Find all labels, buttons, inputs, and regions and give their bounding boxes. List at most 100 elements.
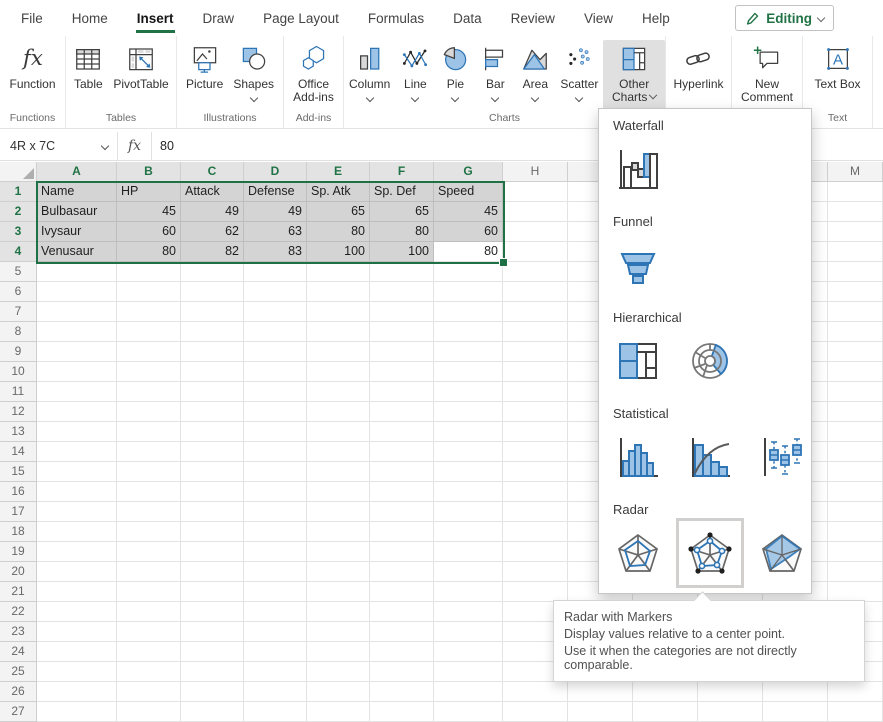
cell-E22[interactable] <box>307 602 370 622</box>
column-header-B[interactable]: B <box>117 162 181 182</box>
cell-B15[interactable] <box>117 462 181 482</box>
row-header-4[interactable]: 4 <box>0 242 37 262</box>
cell-J27[interactable] <box>633 702 698 722</box>
cell-M27[interactable] <box>828 702 883 722</box>
cell-F20[interactable] <box>370 562 434 582</box>
cell-C11[interactable] <box>181 382 244 402</box>
cell-A7[interactable] <box>37 302 117 322</box>
tab-help[interactable]: Help <box>641 0 671 36</box>
ribbon-button-shapes[interactable]: Shapes <box>228 40 279 110</box>
cell-D24[interactable] <box>244 642 307 662</box>
cell-F14[interactable] <box>370 442 434 462</box>
cell-E4[interactable]: 100 <box>307 242 370 262</box>
cell-C21[interactable] <box>181 582 244 602</box>
cell-C9[interactable] <box>181 342 244 362</box>
column-header-F[interactable]: F <box>370 162 434 182</box>
chart-type-box-and-whisker[interactable] <box>757 431 807 483</box>
cell-G3[interactable]: 60 <box>434 222 503 242</box>
cell-F23[interactable] <box>370 622 434 642</box>
cell-G10[interactable] <box>434 362 503 382</box>
cell-B11[interactable] <box>117 382 181 402</box>
cell-A3[interactable]: Ivysaur <box>37 222 117 242</box>
cell-C10[interactable] <box>181 362 244 382</box>
row-header-8[interactable]: 8 <box>0 322 37 342</box>
cell-M15[interactable] <box>828 462 883 482</box>
cell-A20[interactable] <box>37 562 117 582</box>
cell-B12[interactable] <box>117 402 181 422</box>
cell-E6[interactable] <box>307 282 370 302</box>
cell-A18[interactable] <box>37 522 117 542</box>
row-header-6[interactable]: 6 <box>0 282 37 302</box>
cell-H10[interactable] <box>503 362 568 382</box>
cell-C13[interactable] <box>181 422 244 442</box>
ribbon-button-pie[interactable]: Pie <box>435 40 475 110</box>
cell-H7[interactable] <box>503 302 568 322</box>
cell-H8[interactable] <box>503 322 568 342</box>
cell-F22[interactable] <box>370 602 434 622</box>
row-header-13[interactable]: 13 <box>0 422 37 442</box>
cell-F24[interactable] <box>370 642 434 662</box>
row-header-1[interactable]: 1 <box>0 182 37 202</box>
name-box[interactable]: 4R x 7C <box>0 132 118 160</box>
cell-E20[interactable] <box>307 562 370 582</box>
cell-A12[interactable] <box>37 402 117 422</box>
cell-D3[interactable]: 63 <box>244 222 307 242</box>
cell-E5[interactable] <box>307 262 370 282</box>
ribbon-button-new-comment[interactable]: New Comment <box>732 40 802 110</box>
cell-A15[interactable] <box>37 462 117 482</box>
cell-F26[interactable] <box>370 682 434 702</box>
cell-H20[interactable] <box>503 562 568 582</box>
cell-G1[interactable]: Speed <box>434 182 503 202</box>
chart-type-histogram[interactable] <box>613 431 663 483</box>
column-header-G[interactable]: G <box>434 162 503 182</box>
ribbon-button-scatter[interactable]: Scatter <box>555 40 603 110</box>
cell-D9[interactable] <box>244 342 307 362</box>
select-all-corner[interactable] <box>0 162 37 182</box>
cell-G16[interactable] <box>434 482 503 502</box>
cell-H13[interactable] <box>503 422 568 442</box>
cell-F18[interactable] <box>370 522 434 542</box>
cell-A13[interactable] <box>37 422 117 442</box>
cell-A5[interactable] <box>37 262 117 282</box>
row-header-18[interactable]: 18 <box>0 522 37 542</box>
row-header-2[interactable]: 2 <box>0 202 37 222</box>
chart-type-sunburst[interactable] <box>685 335 735 387</box>
cell-D12[interactable] <box>244 402 307 422</box>
cell-H5[interactable] <box>503 262 568 282</box>
cell-F1[interactable]: Sp. Def <box>370 182 434 202</box>
cell-F21[interactable] <box>370 582 434 602</box>
cell-B16[interactable] <box>117 482 181 502</box>
cell-B3[interactable]: 60 <box>117 222 181 242</box>
cell-C17[interactable] <box>181 502 244 522</box>
row-header-14[interactable]: 14 <box>0 442 37 462</box>
cell-E12[interactable] <box>307 402 370 422</box>
cell-G27[interactable] <box>434 702 503 722</box>
chart-type-treemap[interactable] <box>613 335 663 387</box>
cell-E25[interactable] <box>307 662 370 682</box>
cell-M17[interactable] <box>828 502 883 522</box>
column-header-D[interactable]: D <box>244 162 307 182</box>
cell-M3[interactable] <box>828 222 883 242</box>
chart-type-radar-with-markers[interactable] <box>676 518 744 588</box>
chart-type-pareto[interactable] <box>685 431 735 483</box>
column-header-M[interactable]: M <box>828 162 883 182</box>
cell-D26[interactable] <box>244 682 307 702</box>
cell-B1[interactable]: HP <box>117 182 181 202</box>
cell-E21[interactable] <box>307 582 370 602</box>
cell-G18[interactable] <box>434 522 503 542</box>
row-header-9[interactable]: 9 <box>0 342 37 362</box>
tab-home[interactable]: Home <box>71 0 109 36</box>
cell-G9[interactable] <box>434 342 503 362</box>
cell-F12[interactable] <box>370 402 434 422</box>
cell-B27[interactable] <box>117 702 181 722</box>
cell-B19[interactable] <box>117 542 181 562</box>
cell-A1[interactable]: Name <box>37 182 117 202</box>
cell-C23[interactable] <box>181 622 244 642</box>
cell-M26[interactable] <box>828 682 883 702</box>
cell-B18[interactable] <box>117 522 181 542</box>
cell-E9[interactable] <box>307 342 370 362</box>
tab-page-layout[interactable]: Page Layout <box>262 0 340 36</box>
cell-B4[interactable]: 80 <box>117 242 181 262</box>
cell-D20[interactable] <box>244 562 307 582</box>
cell-E13[interactable] <box>307 422 370 442</box>
